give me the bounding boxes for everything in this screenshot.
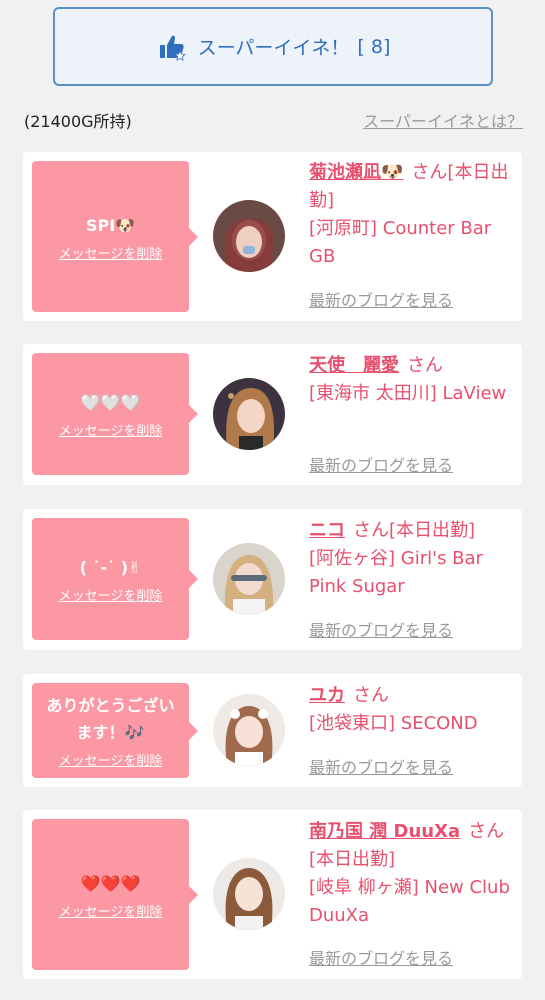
latest-blog-link[interactable]: 最新のブログを見る [309,287,453,311]
delete-message-link[interactable]: メッセージを削除 [59,901,163,920]
shop-name: [岐阜 柳ヶ瀬] New Club DuuXa [309,877,510,926]
cast-name-link[interactable]: ユカ [309,685,345,706]
latest-blog-link[interactable]: 最新のブログを見る [309,945,453,969]
cast-info: 南乃国 潤 DuuXa さん[本日出勤] [岐阜 柳ヶ瀬] New Club Du… [309,818,514,930]
delete-message-link[interactable]: メッセージを削除 [59,243,163,262]
cast-name-link[interactable]: 菊池瀬凪🐶 [309,162,403,183]
latest-blog-link[interactable]: 最新のブログを見る [309,754,453,778]
message-card: 🤍🤍🤍 メッセージを削除 天使 麗愛 さん [東海市 太田川] LaView 最新… [23,344,522,485]
avatar[interactable] [213,858,285,930]
cast-name-link[interactable]: ニコ [309,520,345,541]
cast-suffix: さん [353,685,389,706]
avatar[interactable] [213,543,285,615]
message-bubble: ( ˙-˙ )✌ メッセージを削除 [32,518,198,640]
delete-message-link[interactable]: メッセージを削除 [59,420,163,439]
message-bubble: 🤍🤍🤍 メッセージを削除 [32,353,198,475]
shop-name: [阿佐ヶ谷] Girl's Bar Pink Sugar [309,548,483,597]
points-balance: (21400G所持) [24,112,132,131]
avatar[interactable] [213,694,285,766]
message-text: ( ˙-˙ )✌ [79,558,142,577]
delete-message-link[interactable]: メッセージを削除 [59,585,163,604]
avatar[interactable] [213,378,285,450]
message-text: SPI🐶 [85,215,136,235]
cast-info: 菊池瀬凪🐶 さん[本日出勤] [河原町] Counter Bar GB [309,159,514,271]
message-card: ❤️❤️❤️ メッセージを削除 南乃国 潤 DuuXa さん[本日出勤] [岐阜 … [23,810,522,979]
cast-name-link[interactable]: 天使 麗愛 [309,355,399,376]
super-like-label: スーパーイイネ！ [197,37,350,59]
latest-blog-link[interactable]: 最新のブログを見る [309,452,453,476]
cast-info: 天使 麗愛 さん [東海市 太田川] LaView [309,352,514,408]
message-card: SPI🐶 メッセージを削除 菊池瀬凪🐶 さん[本日出勤] [河原町] Counte… [23,152,522,321]
message-text: 🤍🤍🤍 [80,393,141,412]
cast-name-link[interactable]: 南乃国 潤 DuuXa [309,821,460,842]
message-card: ありがとうございます！🎶 メッセージを削除 ユカ さん [池袋東口] SECOND… [23,674,522,787]
avatar[interactable] [213,200,285,272]
cast-suffix: さん [407,355,443,376]
cast-suffix: さん[本日出勤] [353,520,476,541]
message-text: ありがとうございます！🎶 [46,696,175,742]
message-card: ( ˙-˙ )✌ メッセージを削除 ニコ さん[本日出勤] [阿佐ヶ谷] Girl… [23,509,522,650]
super-like-count: [ 8] [357,35,391,58]
shop-name: [池袋東口] SECOND [309,713,478,734]
message-text: ❤️❤️❤️ [80,873,141,893]
delete-message-link[interactable]: メッセージを削除 [59,750,163,769]
cast-info: ユカ さん [池袋東口] SECOND [309,682,514,738]
shop-name: [河原町] Counter Bar GB [309,218,492,267]
message-bubble: ❤️❤️❤️ メッセージを削除 [32,819,198,970]
message-bubble: SPI🐶 メッセージを削除 [32,161,198,312]
cast-info: ニコ さん[本日出勤] [阿佐ヶ谷] Girl's Bar Pink Sugar [309,517,514,601]
about-super-like-link[interactable]: スーパーイイネとは？ [363,108,523,132]
super-like-button[interactable]: スーパーイイネ！ [ 8] [53,7,493,86]
message-bubble: ありがとうございます！🎶 メッセージを削除 [32,683,198,778]
latest-blog-link[interactable]: 最新のブログを見る [309,617,453,641]
thumbs-up-star-icon [159,35,186,61]
shop-name: [東海市 太田川] LaView [309,383,507,404]
